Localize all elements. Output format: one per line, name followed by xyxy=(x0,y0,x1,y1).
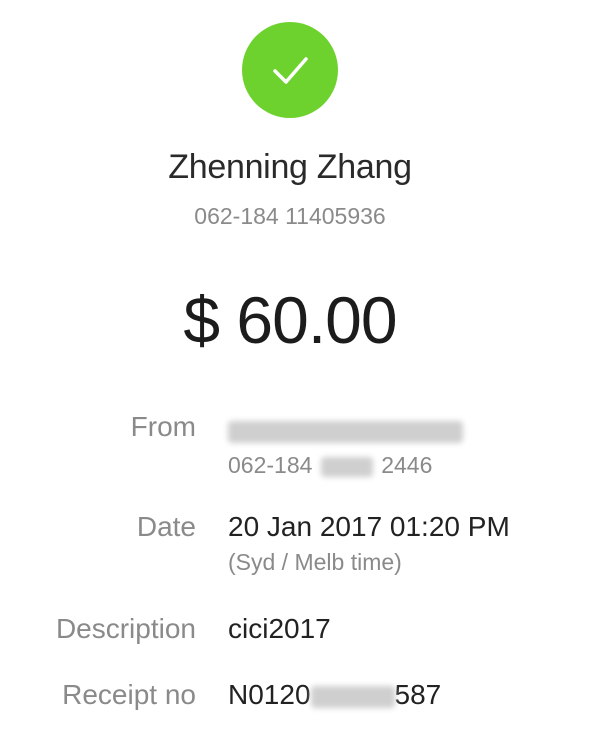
from-account-number: 062-184 2446 xyxy=(228,452,432,479)
receipt-suffix: 587 xyxy=(394,679,442,710)
from-account-name-redacted xyxy=(228,414,463,446)
description-label: Description xyxy=(55,613,196,644)
payment-amount: $ 60.00 xyxy=(183,283,397,357)
redacted-receipt-digits xyxy=(310,685,395,708)
from-account-suffix: 2446 xyxy=(381,452,433,478)
receipt-label: Receipt no xyxy=(62,679,196,710)
date-value: 20 Jan 2017 01:20 PM xyxy=(228,511,510,542)
payee-name: Zhenning Zhang xyxy=(168,148,412,186)
date-timezone: (Syd / Melb time) xyxy=(228,549,402,575)
success-badge xyxy=(242,22,338,118)
description-value: cici2017 xyxy=(228,613,331,644)
from-account-prefix: 062-184 xyxy=(228,452,313,478)
redacted-account-name xyxy=(228,420,463,443)
payee-account-number: 062-184 11405936 xyxy=(194,203,386,229)
check-icon xyxy=(273,57,308,84)
receipt-number: N0120 587 xyxy=(228,679,441,711)
from-label: From xyxy=(130,411,196,442)
redacted-account-digits xyxy=(320,456,373,477)
receipt-prefix: N0120 xyxy=(228,679,311,710)
date-label: Date xyxy=(136,511,196,542)
